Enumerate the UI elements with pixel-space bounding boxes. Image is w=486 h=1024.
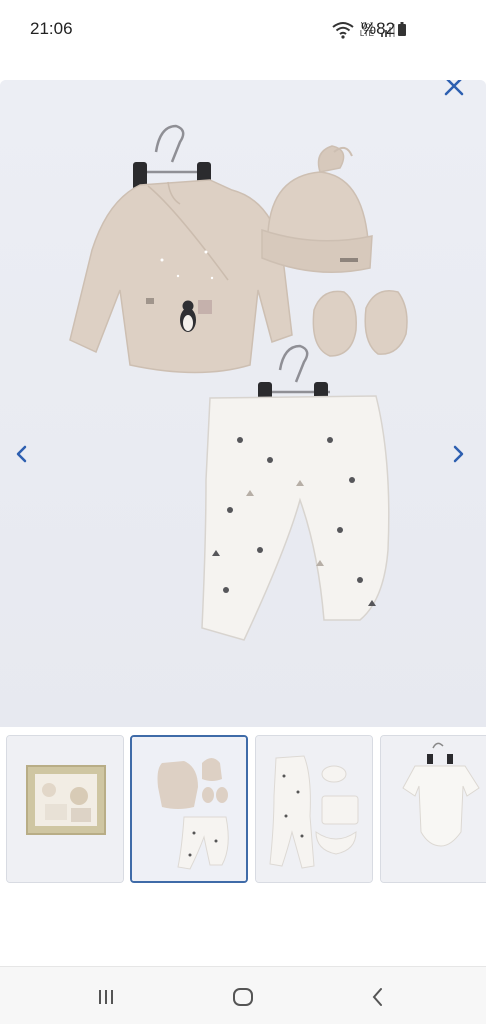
battery-icon (398, 22, 406, 36)
status-bar: 21:06 Vo) LTE %82 (0, 0, 486, 60)
product-image[interactable] (0, 80, 486, 727)
chevron-left-icon[interactable] (10, 442, 34, 466)
thumbnail-4[interactable] (380, 735, 486, 883)
thumbnail-3[interactable] (255, 735, 373, 883)
battery-percent: %82 (361, 19, 396, 38)
gift-box-image (7, 736, 123, 882)
chevron-right-icon[interactable] (446, 442, 470, 466)
image-viewer[interactable] (0, 80, 486, 727)
back-icon[interactable] (364, 983, 392, 1011)
home-icon[interactable] (229, 983, 257, 1011)
system-navigation-bar (0, 966, 486, 1024)
wifi-icon (332, 22, 354, 39)
recent-apps-icon[interactable] (92, 983, 120, 1011)
thumbnail-2[interactable] (130, 735, 248, 883)
thumbnail-1[interactable] (6, 735, 124, 883)
close-icon[interactable] (440, 80, 468, 100)
thumbnail-strip[interactable] (0, 735, 486, 883)
romper-set-image (256, 736, 372, 882)
status-time: 21:06 (30, 19, 73, 38)
outfit-set-image (132, 737, 246, 881)
bodysuit-image (381, 736, 486, 882)
